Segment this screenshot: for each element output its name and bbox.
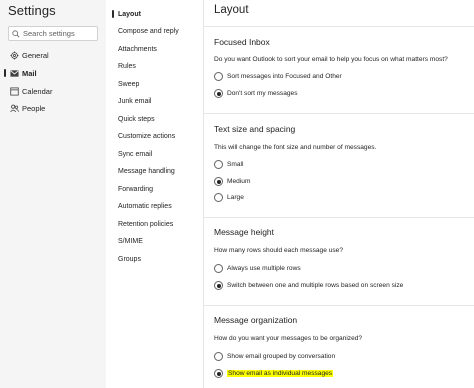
nav-item-general[interactable]: General [0,47,106,63]
submenu-item-attachments[interactable]: Attachments [106,41,203,57]
radio-label: Medium [227,178,251,185]
section-question: This will change the font size and numbe… [214,144,377,151]
mail-settings-submenu: Layout Compose and reply Attachments Rul… [106,0,204,388]
radio-label: Show email as individual messages [227,370,334,377]
radio-button[interactable] [214,177,223,186]
radio-button[interactable] [214,193,223,202]
radio-option-switch-rows[interactable]: Switch between one and multiple rows bas… [214,280,403,291]
section-question: Do you want Outlook to sort your email t… [214,56,448,63]
radio-label: Sort messages into Focused and Other [227,73,342,80]
search-settings-input[interactable] [23,29,97,38]
radio-label: Always use multiple rows [227,265,301,272]
mail-icon [10,69,19,77]
nav-item-mail[interactable]: Mail [0,65,106,81]
submenu-item-sweep[interactable]: Sweep [106,76,203,92]
submenu-item-automatic-replies[interactable]: Automatic replies [106,198,203,214]
submenu-item-junk-email[interactable]: Junk email [106,93,203,109]
divider [204,217,474,218]
divider [204,305,474,306]
radio-option-sort-focused-other[interactable]: Sort messages into Focused and Other [214,71,342,82]
radio-button[interactable] [214,89,223,98]
submenu-item-message-handling[interactable]: Message handling [106,163,203,179]
search-settings-box[interactable] [8,26,98,41]
radio-button[interactable] [214,72,223,81]
search-icon [12,29,20,37]
section-title-message-organization: Message organization [214,315,298,325]
radio-button[interactable] [214,264,223,273]
calendar-icon [10,86,19,96]
divider [204,26,474,27]
submenu-item-compose-and-reply[interactable]: Compose and reply [106,23,203,39]
nav-item-label: People [22,103,46,113]
radio-option-small[interactable]: Small [214,159,244,170]
radio-option-multiple-rows[interactable]: Always use multiple rows [214,263,301,274]
radio-button[interactable] [214,281,223,290]
radio-label: Show email grouped by conversation [227,353,336,360]
radio-button[interactable] [214,369,223,378]
radio-label: Large [227,194,244,201]
nav-item-people[interactable]: People [0,100,106,116]
radio-button[interactable] [214,352,223,361]
radio-button[interactable] [214,160,223,169]
radio-option-grouped-conversation[interactable]: Show email grouped by conversation [214,351,335,362]
radio-option-large[interactable]: Large [214,192,244,203]
submenu-item-layout[interactable]: Layout [106,6,203,22]
radio-label: Don't sort my messages [227,90,298,97]
settings-title: Settings [8,3,56,18]
nav-item-calendar[interactable]: Calendar [0,83,106,99]
section-title-message-height: Message height [214,227,275,237]
gear-icon [10,50,19,60]
section-question: How do you want your messages to be orga… [214,335,363,342]
section-question: How many rows should each message use? [214,247,344,254]
nav-item-label: Calendar [22,86,53,96]
submenu-item-quick-steps[interactable]: Quick steps [106,111,203,127]
section-title-focused-inbox: Focused Inbox [214,37,270,47]
nav-item-label: Mail [22,68,37,78]
layout-settings-panel: Layout Focused Inbox Do you want Outlook… [204,0,474,388]
radio-option-medium[interactable]: Medium [214,176,250,187]
submenu-item-sync-email[interactable]: Sync email [106,146,203,162]
divider [204,113,474,114]
page-title: Layout [214,4,249,16]
nav-item-label: General [22,50,49,60]
section-title-text-size: Text size and spacing [214,124,296,134]
submenu-item-smime[interactable]: S/MIME [106,233,203,249]
submenu-item-customize-actions[interactable]: Customize actions [106,128,203,144]
radio-label: Small [227,161,244,168]
settings-sidebar: Settings General Mail Calendar [0,0,106,388]
submenu-item-rules[interactable]: Rules [106,58,203,74]
radio-label: Switch between one and multiple rows bas… [227,282,404,289]
radio-option-dont-sort[interactable]: Don't sort my messages [214,88,298,99]
submenu-item-groups[interactable]: Groups [106,251,203,267]
people-icon [10,104,19,112]
submenu-item-retention-policies[interactable]: Retention policies [106,216,203,232]
radio-option-individual-messages[interactable]: Show email as individual messages [214,368,334,379]
submenu-item-forwarding[interactable]: Forwarding [106,181,203,197]
